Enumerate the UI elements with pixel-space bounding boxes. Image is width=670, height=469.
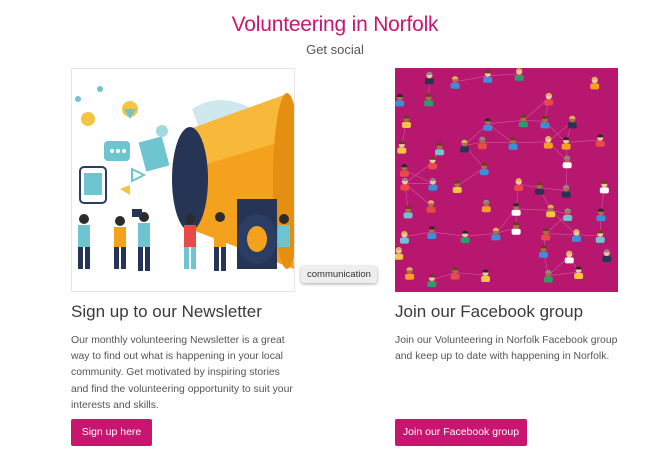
image-tooltip: communication: [301, 266, 377, 283]
sign-up-button[interactable]: Sign up here: [71, 419, 152, 446]
page-subtitle: Get social: [306, 42, 364, 57]
network-people-illustration-icon: [395, 68, 618, 292]
newsletter-description: Our monthly volunteering Newsletter is a…: [71, 335, 293, 411]
facebook-title: Join our Facebook group: [395, 302, 584, 321]
page-title: Volunteering in Norfolk: [231, 13, 439, 36]
newsletter-title: Sign up to our Newsletter: [71, 302, 262, 321]
facebook-description: Join our Volunteering in Norfolk Faceboo…: [395, 335, 618, 363]
facebook-card: Join our Facebook group Join our Volunte…: [395, 68, 623, 365]
megaphone-illustration-icon: [71, 68, 295, 292]
newsletter-card: Sign up to our Newsletter Our monthly vo…: [71, 68, 295, 414]
join-facebook-button[interactable]: Join our Facebook group: [395, 419, 527, 446]
